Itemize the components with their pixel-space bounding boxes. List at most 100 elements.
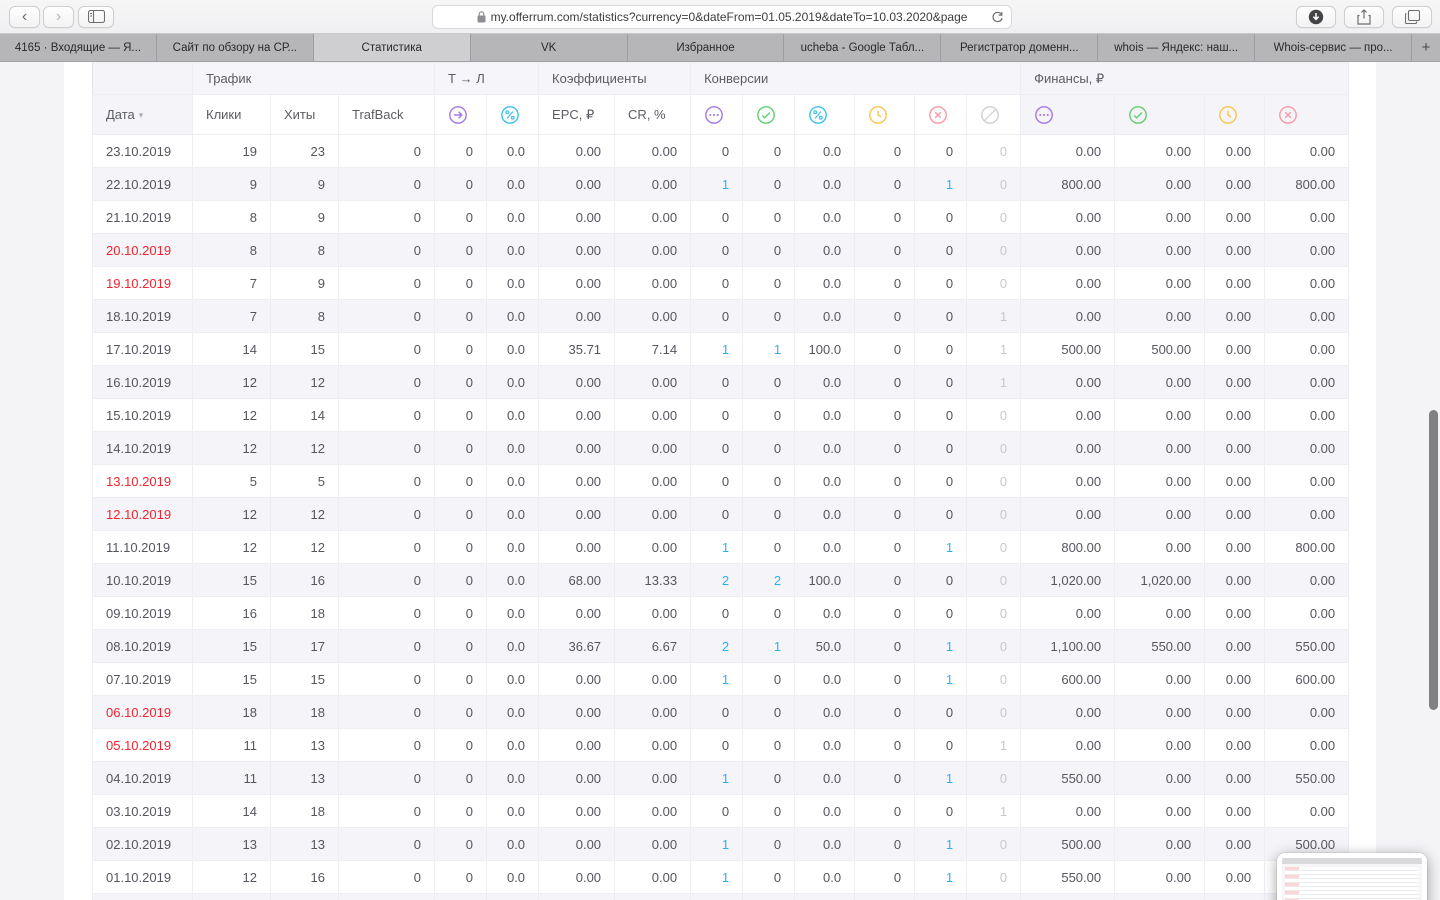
browser-tab-1[interactable]: Сайт по обзору на СР...	[156, 34, 314, 61]
cell-conv-pending: 0	[854, 299, 916, 333]
browser-tab-4[interactable]: Избранное	[627, 34, 785, 61]
tab-overview-button[interactable]	[1392, 6, 1432, 28]
cell-hits: 5	[270, 464, 339, 498]
cell-fin-pending: 0.00	[1204, 794, 1266, 828]
cell-epc: 0.00	[538, 827, 616, 861]
cell-date: 15.10.2019	[92, 398, 193, 432]
share-button[interactable]	[1344, 6, 1384, 28]
cell-trafback: 0	[337, 827, 436, 861]
cell-t2l-percent: 0.0	[486, 761, 540, 795]
cell-date: 17.10.2019	[92, 332, 193, 366]
ellipsis-circle-icon	[704, 105, 724, 125]
cell-fin-total: 0.00	[1020, 431, 1116, 465]
cell-fin-rejected: 0.00	[1264, 398, 1350, 432]
cell-conv-pending: 0	[854, 827, 916, 861]
cell-trafback: 0	[337, 563, 436, 597]
column-header-clicks[interactable]: Клики	[192, 94, 271, 135]
column-header-t2l-count[interactable]	[434, 94, 488, 135]
column-header-fin-rejected[interactable]	[1264, 94, 1350, 135]
cell-conv-percent: 0.0	[794, 398, 856, 432]
column-header-trafback[interactable]: TrafBack	[337, 94, 436, 135]
cell-conv-trash: 0	[966, 398, 1022, 432]
cell-conv-trash: 0	[966, 464, 1022, 498]
vertical-scrollbar-thumb[interactable]	[1429, 410, 1438, 710]
cell-conv-rejected: 0	[914, 563, 968, 597]
column-header-fin-approved[interactable]	[1114, 94, 1206, 135]
browser-tab-6[interactable]: Регистратор доменн...	[941, 34, 1099, 61]
cell-clicks: 12	[192, 530, 271, 564]
column-header-conv-rejected[interactable]	[914, 94, 968, 135]
cell-conv-percent: 0.0	[794, 266, 856, 300]
cell-conv-rejected: 0	[914, 431, 968, 465]
cell-conv-rejected: 0	[914, 200, 968, 234]
column-header-conv-approved[interactable]	[742, 94, 796, 135]
cell-conv-total: 0	[690, 794, 744, 828]
column-header-conv-percent[interactable]	[794, 94, 856, 135]
tab-title: Статистика	[361, 41, 422, 54]
cell-cr: 0.00	[614, 299, 692, 333]
browser-tab-8[interactable]: Whois-сервис — про...	[1255, 34, 1413, 61]
browser-tab-2[interactable]: Статистика	[313, 34, 471, 61]
column-header-date[interactable]: Дата ▾	[92, 94, 193, 135]
column-header-conv-trash[interactable]	[966, 94, 1022, 135]
cell-conv-percent: 0.0	[794, 860, 856, 894]
cell-epc: 35.71	[538, 332, 616, 366]
cell-conv-trash: 0	[966, 530, 1022, 564]
table-row: 01.10.2019 12 16 0 0 0.0 0.00 0.00 1 0 0.0 0 1 0 550.0…	[92, 860, 1350, 894]
table-row: 10.10.2019 15 16 0 0 0.0 68.00 13.33 2 2 100.0 0 0 0 1…	[92, 563, 1350, 597]
cell-t2l-percent: 0.0	[486, 728, 540, 762]
column-header-conv-total[interactable]	[690, 94, 744, 135]
cell-conv-percent: 0.0	[794, 530, 856, 564]
column-label: CR, %	[628, 107, 666, 122]
tab-title: ucheba - Google Табл...	[800, 41, 925, 54]
cell-fin-approved: 0.00	[1114, 596, 1206, 630]
cell-t2l-count: 0	[434, 596, 488, 630]
browser-tab-0[interactable]: 4165 · Входящие — Я...	[0, 34, 157, 61]
forward-button[interactable]: ›	[43, 5, 74, 28]
cell-t2l-count: 0	[434, 299, 488, 333]
cell-conv-total: 0	[690, 497, 744, 531]
cell-clicks: 5	[192, 464, 271, 498]
cell-conv-approved: 0	[742, 728, 796, 762]
cell-date: 10.10.2019	[92, 563, 193, 597]
sidebar-icon	[87, 10, 105, 23]
cell-fin-pending: 0.00	[1204, 266, 1266, 300]
column-header-epc[interactable]: EPC, ₽	[538, 94, 616, 135]
cell-clicks: 13	[192, 827, 271, 861]
cell-fin-total: 550.00	[1020, 761, 1116, 795]
cell-conv-approved: 0	[742, 662, 796, 696]
cell-fin-total: 0.00	[1020, 497, 1116, 531]
cell-conv-rejected: 0	[914, 596, 968, 630]
browser-tab-3[interactable]: VK	[470, 34, 628, 61]
cell-t2l-percent: 0.0	[486, 233, 540, 267]
column-header-fin-pending[interactable]	[1204, 94, 1266, 135]
column-header-conv-pending[interactable]	[854, 94, 916, 135]
cell-conv-percent: 100.0	[794, 332, 856, 366]
cell-cr: 6.67	[614, 629, 692, 663]
cell-trafback: 0	[337, 200, 436, 234]
browser-tab-5[interactable]: ucheba - Google Табл...	[784, 34, 942, 61]
browser-tab-7[interactable]: whois — Яндекс: наш...	[1098, 34, 1256, 61]
screenshot-thumbnail-preview[interactable]	[1277, 853, 1427, 900]
sidebar-toggle-button[interactable]	[78, 5, 114, 28]
reload-icon[interactable]	[991, 11, 1004, 24]
cell-cr: 0.00	[614, 431, 692, 465]
column-header-fin-total[interactable]	[1020, 94, 1116, 135]
column-header-t2l-percent[interactable]	[486, 94, 540, 135]
cell-conv-rejected: 1	[914, 827, 968, 861]
column-header-hits[interactable]: Хиты	[270, 94, 339, 135]
cell-fin-pending: 0.00	[1204, 860, 1266, 894]
address-bar[interactable]: my.offerrum.com/statistics?currency=0&da…	[432, 5, 1012, 29]
cell-conv-percent: 0.0	[794, 134, 856, 168]
back-button[interactable]: ‹	[9, 5, 40, 28]
cell-date: 16.10.2019	[92, 365, 193, 399]
cell-fin-total: 0.00	[1020, 299, 1116, 333]
cell-conv-total: 1	[690, 530, 744, 564]
cell-conv-approved: 1	[742, 332, 796, 366]
downloads-button[interactable]	[1296, 6, 1336, 28]
tab-title: 4165 · Входящие — Я...	[14, 41, 141, 54]
new-tab-button[interactable]: +	[1412, 34, 1440, 61]
column-header-cr[interactable]: CR, %	[614, 94, 692, 135]
cell-fin-total: 0.00	[1020, 728, 1116, 762]
clock-circle-icon	[1218, 105, 1238, 125]
